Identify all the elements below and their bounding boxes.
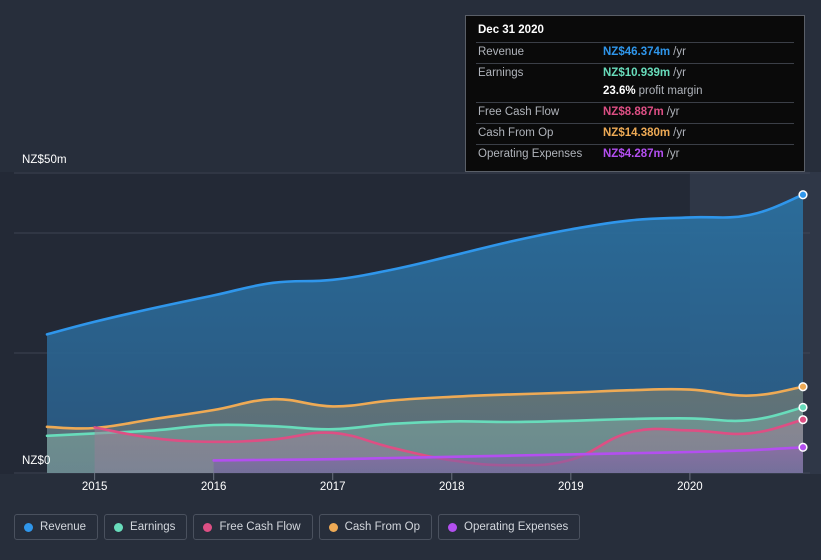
tooltip-row-suffix: /yr [666, 106, 680, 118]
tooltip-row-label: Earnings [478, 67, 524, 79]
tooltip-row-suffix: /yr [673, 67, 686, 79]
legend-color-dot-icon [328, 522, 338, 532]
tooltip-row-value: NZ$14.380m [603, 127, 671, 139]
tooltip-row-value: NZ$8.887m [603, 106, 664, 118]
tooltip-row: Earnings NZ$10.939m/yr [476, 63, 794, 84]
legend-item-label: Cash From Op [344, 521, 421, 533]
legend-color-dot-icon [448, 522, 458, 532]
legend-item-label: Operating Expenses [464, 521, 569, 533]
x-tick-label-2017: 2017 [319, 481, 346, 493]
legend-item-label: Free Cash Flow [219, 521, 301, 533]
tooltip-rows: Revenue NZ$46.374m/yr Earnings NZ$10.939m/y… [476, 42, 794, 165]
tooltip-row-label: Free Cash Flow [478, 106, 560, 118]
legend-item-free-cash-flow[interactable]: Free Cash Flow [193, 514, 313, 540]
endpoint-marker-cash-from-op [798, 382, 808, 392]
x-tick-label-2018: 2018 [438, 481, 465, 493]
endpoint-marker-operating-expenses [798, 442, 808, 452]
legend-color-dot-icon [203, 522, 213, 532]
legend-item-label: Revenue [40, 521, 87, 533]
chart-tooltip: Dec 31 2020 Revenue NZ$46.374m/yr Earnings… [465, 15, 805, 172]
tooltip-row: Revenue NZ$46.374m/yr [476, 42, 794, 63]
x-tick-label-2020: 2020 [677, 481, 703, 493]
chart-legend[interactable]: Revenue Earnings Free Cash Flow Cash From O… [14, 514, 581, 540]
tooltip-row: Free Cash Flow NZ$8.887m/yr [476, 102, 794, 123]
financial-chart: NZ$50m NZ$0 2015 2016 2017 2018 2019 2020 Dec… [0, 0, 821, 560]
tooltip-row-value: 23.6% [603, 85, 636, 97]
tooltip-row-suffix: /yr [673, 46, 686, 58]
tooltip-row-label: Revenue [478, 46, 525, 58]
tooltip-row: 23.6% profit margin [476, 84, 794, 102]
tooltip-row-suffix: profit margin [638, 85, 703, 97]
tooltip-row-suffix: /yr [666, 148, 680, 160]
legend-item-cash-from-op[interactable]: Cash From Op [318, 514, 433, 540]
legend-item-label: Earnings [130, 521, 176, 533]
x-tick-label-2019: 2019 [558, 481, 584, 493]
tooltip-row-suffix: /yr [673, 127, 686, 139]
endpoint-marker-revenue [798, 190, 808, 200]
endpoint-marker-earnings [798, 402, 808, 412]
tooltip-row-value: NZ$10.939m [603, 67, 671, 79]
legend-item-earnings[interactable]: Earnings [104, 514, 188, 540]
tooltip-row-value: NZ$4.287m [603, 148, 664, 160]
x-tick-label-2016: 2016 [200, 481, 227, 493]
legend-item-revenue[interactable]: Revenue [14, 514, 99, 540]
legend-color-dot-icon [114, 522, 124, 532]
legend-color-dot-icon [24, 522, 33, 532]
endpoint-marker-free-cash-flow [798, 415, 808, 425]
tooltip-row-label: Cash From Op [478, 127, 554, 139]
tooltip-title: Dec 31 2020 [478, 24, 544, 36]
legend-item-operating-expenses[interactable]: Operating Expenses [438, 514, 581, 540]
tooltip-row-value: NZ$46.374m [603, 46, 671, 58]
tooltip-row: Operating Expenses NZ$4.287m/yr [476, 144, 794, 165]
x-tick-label-2015: 2015 [81, 481, 108, 493]
tooltip-row: Cash From Op NZ$14.380m/yr [476, 123, 794, 144]
tooltip-row-label: Operating Expenses [478, 148, 583, 160]
